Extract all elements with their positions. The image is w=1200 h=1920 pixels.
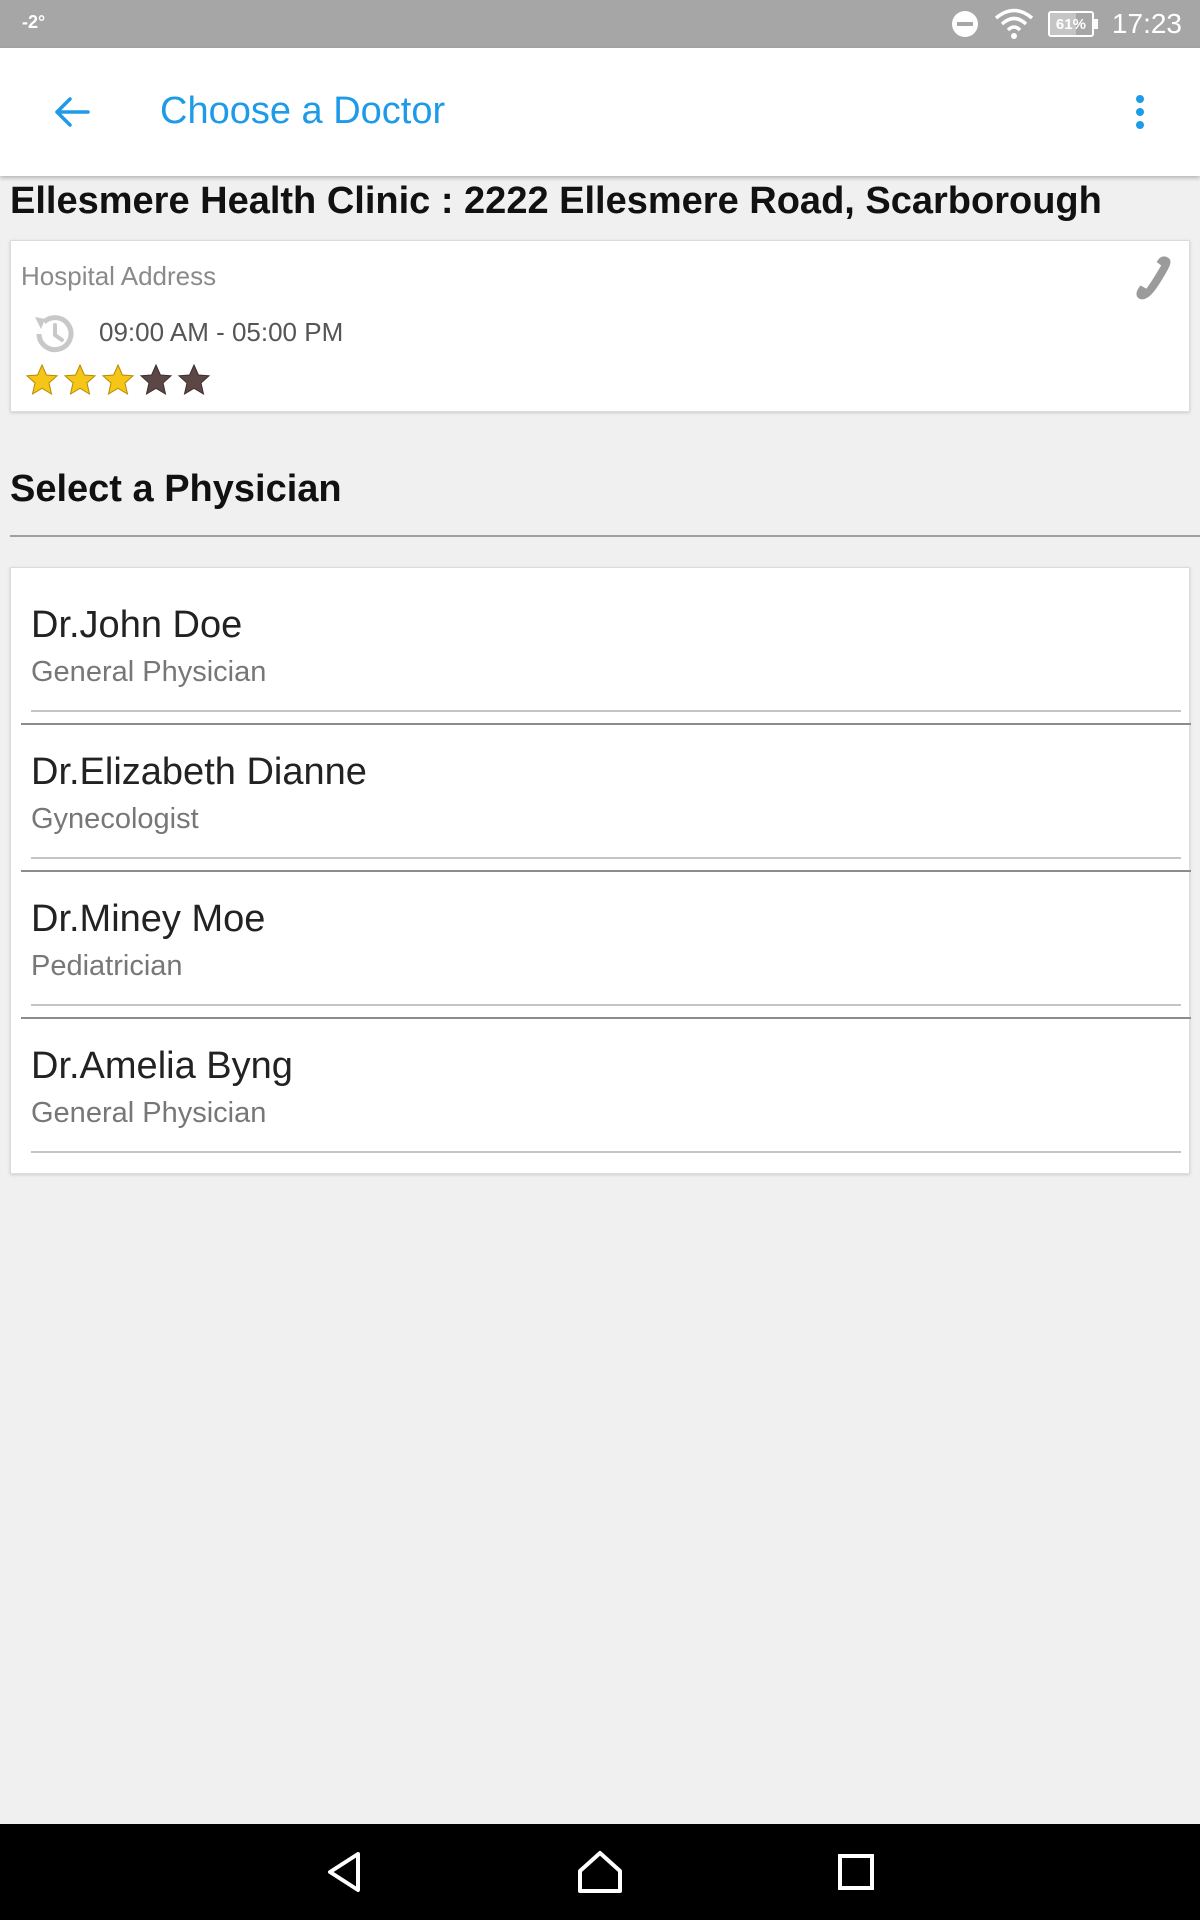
star-empty-icon — [139, 363, 173, 396]
star-filled-icon — [25, 363, 59, 396]
back-button[interactable] — [40, 82, 104, 142]
navigation-bar — [0, 1824, 1200, 1920]
physician-specialty: General Physician — [31, 656, 267, 688]
divider — [31, 857, 1181, 859]
app-bar: Choose a Doctor — [0, 48, 1200, 176]
star-empty-icon — [177, 363, 211, 396]
square-recents-icon — [838, 1854, 874, 1890]
physician-name: Dr.Miney Moe — [31, 898, 266, 940]
opening-hours: 09:00 AM - 05:00 PM — [99, 317, 344, 347]
wifi-icon — [994, 8, 1034, 39]
physician-name: Dr.Elizabeth Dianne — [31, 751, 367, 793]
physician-specialty: General Physician — [31, 1097, 267, 1129]
physician-name: Dr.Amelia Byng — [31, 1045, 293, 1087]
nav-back-button[interactable] — [314, 1842, 374, 1902]
nav-recents-button[interactable] — [826, 1842, 886, 1902]
battery-icon: 61% — [1047, 11, 1098, 37]
clock: 17:23 — [1111, 8, 1182, 39]
physician-item[interactable]: Dr.Amelia Byng General Physician — [21, 1009, 1191, 1153]
star-filled-icon — [101, 363, 135, 396]
call-button[interactable] — [1125, 253, 1177, 305]
physician-item[interactable]: Dr.Elizabeth Dianne Gynecologist — [21, 715, 1191, 859]
battery-level: 61% — [1055, 15, 1086, 33]
divider — [31, 1151, 1181, 1153]
triangle-back-icon — [328, 1852, 360, 1892]
more-vert-icon — [1136, 95, 1144, 129]
physician-item[interactable]: Dr.Miney Moe Pediatrician — [21, 862, 1191, 1006]
temperature-text: -2° — [22, 12, 46, 32]
divider — [31, 1004, 1181, 1006]
clinic-title: Ellesmere Health Clinic : 2222 Ellesmere… — [10, 180, 1102, 222]
clinic-card: Hospital Address 09:00 AM - 05:00 PM — [10, 240, 1190, 412]
home-icon — [578, 1851, 622, 1893]
physician-item[interactable]: Dr.John Doe General Physician — [21, 568, 1191, 712]
physician-name: Dr.John Doe — [31, 604, 243, 646]
arrow-back-icon — [55, 97, 90, 127]
status-icons: 61% 17:23 — [950, 0, 1182, 48]
divider — [10, 535, 1200, 537]
section-title: Select a Physician — [10, 468, 342, 510]
status-bar: -2° 61% 17:23 — [0, 0, 1200, 48]
rating-stars — [25, 363, 211, 397]
hospital-address-label[interactable]: Hospital Address — [21, 261, 216, 292]
physician-specialty: Gynecologist — [31, 803, 199, 835]
physician-specialty: Pediatrician — [31, 950, 183, 982]
nav-home-button[interactable] — [570, 1842, 630, 1902]
history-icon — [35, 315, 74, 353]
phone-icon — [1136, 256, 1171, 300]
divider — [31, 710, 1181, 712]
do-not-disturb-icon — [951, 11, 978, 37]
overflow-menu-button[interactable] — [1112, 84, 1168, 140]
physician-list: Dr.John Doe General Physician Dr.Elizabe… — [10, 567, 1191, 1174]
page-title: Choose a Doctor — [160, 90, 446, 132]
star-filled-icon — [63, 363, 97, 396]
